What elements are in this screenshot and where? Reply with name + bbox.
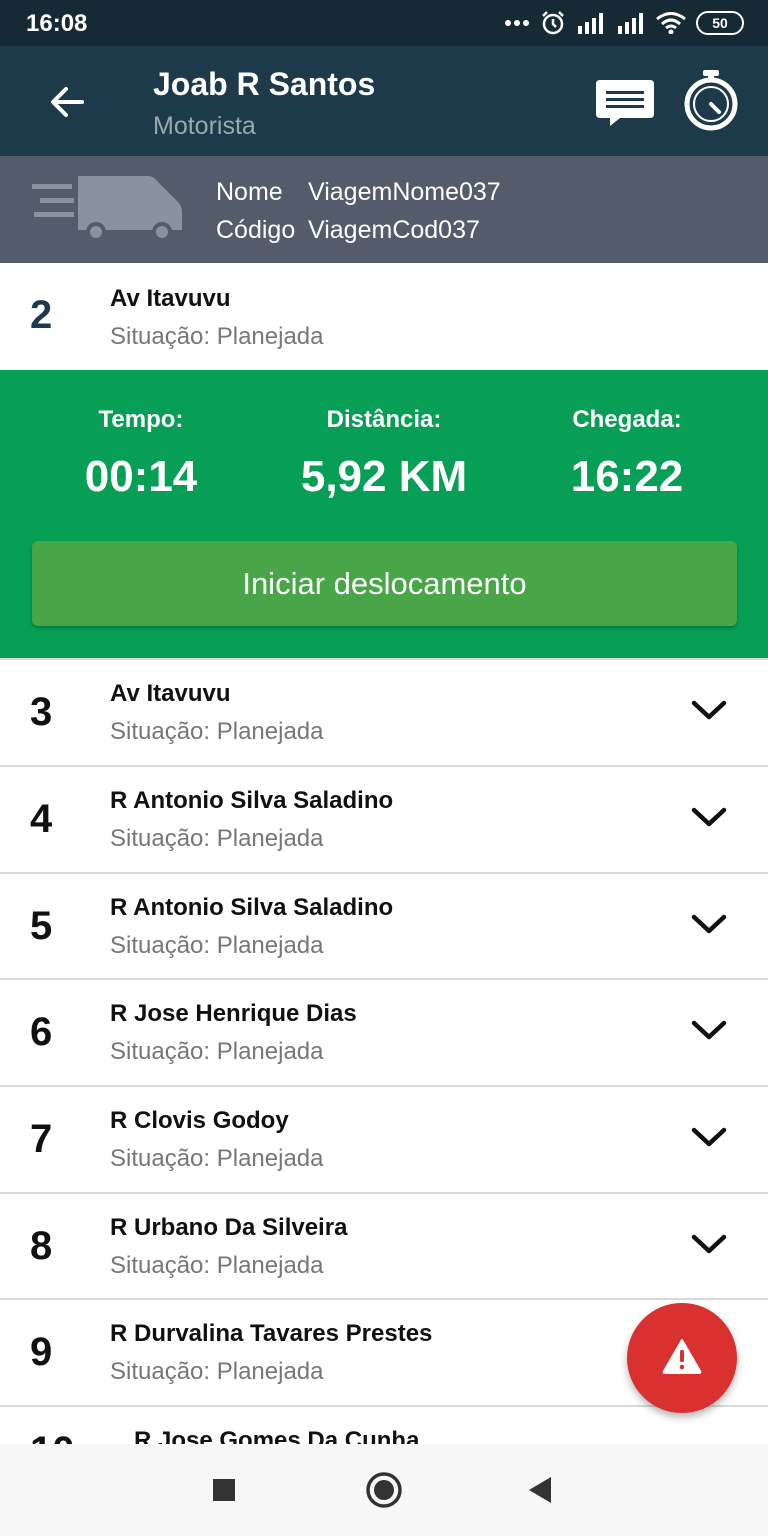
page-subtitle: Motorista	[153, 112, 256, 140]
stop-number: 5	[30, 904, 53, 948]
app-bar: Joab R Santos Motorista	[0, 46, 768, 156]
current-stop[interactable]: 2 Av Itavuvu Situação: Planejada	[0, 263, 768, 370]
stop-number: 4	[30, 797, 53, 841]
system-nav-bar	[0, 1444, 768, 1536]
stop-number: 3	[30, 690, 53, 734]
stop-street: R Jose Henrique Dias	[110, 1000, 357, 1027]
stop-number: 6	[30, 1010, 53, 1054]
stop-status: Situação: Planejada	[110, 1038, 324, 1065]
arrival-value: 16:22	[570, 452, 684, 501]
signal-icon	[616, 12, 646, 34]
battery-icon: 50	[696, 11, 744, 35]
wifi-icon	[656, 12, 686, 34]
time-metric: Tempo: 00:14	[21, 406, 261, 502]
chevron-down-icon[interactable]	[690, 1232, 728, 1256]
trip-name-row: Nome ViagemNome037	[216, 178, 501, 207]
list-item[interactable]: 6 R Jose Henrique Dias Situação: Planeja…	[0, 978, 768, 1085]
distance-value: 5,92 KM	[300, 452, 468, 501]
stop-number: 7	[30, 1117, 53, 1161]
trip-name-label: Nome	[216, 178, 283, 206]
trip-name-value: ViagemNome037	[308, 178, 501, 206]
truck-icon	[30, 172, 186, 246]
stop-status: Situação: Planejada	[110, 1252, 324, 1279]
back-arrow-icon[interactable]	[44, 78, 92, 126]
signal-icon	[576, 12, 606, 34]
trip-code-label: Código	[216, 216, 296, 244]
list-item[interactable]: 5 R Antonio Silva Saladino Situação: Pla…	[0, 872, 768, 979]
stop-number: 8	[30, 1224, 53, 1268]
chevron-down-icon[interactable]	[690, 1125, 728, 1149]
trip-code-row: Código ViagemCod037	[216, 216, 480, 245]
time-label: Tempo:	[98, 406, 184, 433]
back-triangle-icon[interactable]	[518, 1468, 562, 1512]
stop-street: R Urbano Da Silveira	[110, 1214, 348, 1241]
start-trip-button[interactable]: Iniciar deslocamento	[32, 541, 737, 626]
stop-status: Situação: Planejada	[110, 718, 324, 745]
chevron-down-icon[interactable]	[690, 912, 728, 936]
stop-number: 9	[30, 1330, 53, 1374]
chevron-down-icon[interactable]	[690, 805, 728, 829]
chat-icon[interactable]	[594, 76, 656, 128]
warning-icon	[662, 1338, 702, 1379]
list-item[interactable]: 7 R Clovis Godoy Situação: Planejada	[0, 1085, 768, 1192]
recents-square-icon[interactable]	[202, 1468, 246, 1512]
stop-street: R Jose Gomes Da Cunha	[134, 1427, 420, 1445]
home-circle-icon[interactable]	[362, 1468, 406, 1512]
alarm-icon	[540, 10, 566, 36]
status-icons: 50	[504, 9, 744, 37]
chevron-down-icon[interactable]	[690, 1018, 728, 1042]
trip-code-value: ViagemCod037	[308, 216, 480, 244]
distance-metric: Distância: 5,92 KM	[264, 406, 504, 502]
status-bar: 16:08 50	[0, 0, 768, 46]
list-item[interactable]: 8 R Urbano Da Silveira Situação: Planeja…	[0, 1192, 768, 1299]
route-summary-panel: Tempo: 00:14 Distância: 5,92 KM Chegada:…	[0, 370, 768, 658]
status-time: 16:08	[26, 10, 88, 37]
more-dots-icon	[504, 19, 530, 27]
arrival-metric: Chegada: 16:22	[507, 406, 747, 502]
stop-status: Situação: Planejada	[110, 932, 324, 959]
stop-status: Situação: Planejada	[110, 1358, 324, 1385]
stop-street: R Durvalina Tavares Prestes	[110, 1320, 433, 1347]
list-item[interactable]: 3 Av Itavuvu Situação: Planejada	[0, 658, 768, 765]
stop-number: 10	[30, 1429, 75, 1445]
page-title: Joab R Santos	[153, 66, 376, 102]
time-value: 00:14	[84, 452, 198, 501]
list-item[interactable]: 10 R Jose Gomes Da Cunha	[0, 1405, 768, 1445]
stopwatch-icon[interactable]	[682, 68, 740, 132]
distance-label: Distância:	[326, 406, 442, 433]
stop-status: Situação: Planejada	[110, 323, 324, 350]
stop-street: Av Itavuvu	[110, 680, 231, 707]
stop-street: R Antonio Silva Saladino	[110, 787, 394, 814]
stop-status: Situação: Planejada	[110, 1145, 324, 1172]
stop-street: Av Itavuvu	[110, 285, 231, 312]
stop-street: R Clovis Godoy	[110, 1107, 289, 1134]
trip-info: Nome ViagemNome037 Código ViagemCod037	[0, 156, 768, 263]
stop-status: Situação: Planejada	[110, 825, 324, 852]
alert-fab-button[interactable]	[627, 1303, 737, 1413]
arrival-label: Chegada:	[572, 406, 682, 433]
chevron-down-icon[interactable]	[690, 698, 728, 722]
stop-street: R Antonio Silva Saladino	[110, 894, 394, 921]
stop-number: 2	[30, 293, 53, 337]
list-item[interactable]: 4 R Antonio Silva Saladino Situação: Pla…	[0, 765, 768, 872]
